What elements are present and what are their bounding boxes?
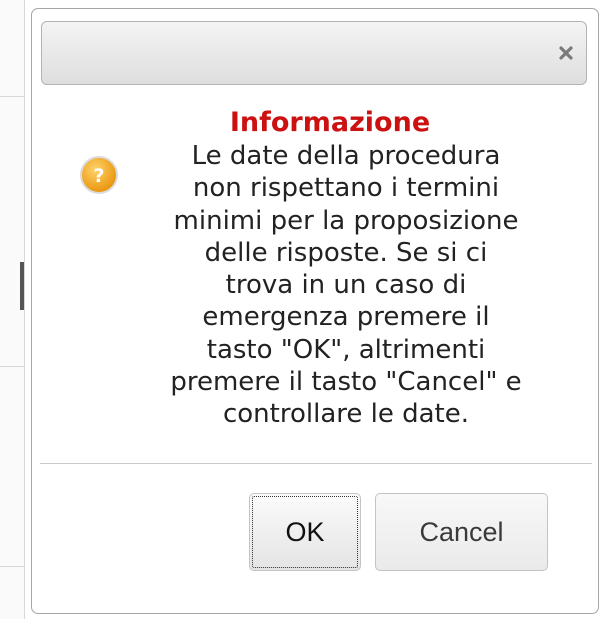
dialog-content: Informazione ? Le date della procedura n…	[41, 107, 587, 447]
background-divider	[0, 566, 24, 567]
info-dialog: Informazione ? Le date della procedura n…	[31, 8, 599, 614]
message-line: non rispettano i termini	[192, 173, 500, 204]
dialog-message: Le date della procedura non rispettano i…	[131, 140, 561, 431]
dialog-title: Informazione	[229, 107, 431, 138]
svg-text:?: ?	[93, 165, 104, 187]
message-line: delle risposte. Se si ci	[204, 237, 488, 268]
message-line: controllare le date.	[222, 399, 470, 430]
button-area-divider	[40, 463, 592, 464]
question-icon: ?	[79, 155, 119, 195]
cancel-button[interactable]: Cancel	[375, 493, 548, 571]
message-line: Le date della procedura	[191, 141, 501, 171]
background-scroll-mark	[20, 262, 24, 310]
background-divider	[0, 366, 24, 367]
message-line: tasto "OK", altrimenti	[206, 334, 486, 365]
background-divider	[0, 96, 24, 97]
message-line: minimi per la proposizione	[173, 205, 519, 236]
message-line: emergenza premere il	[202, 302, 490, 333]
dialog-titlebar[interactable]	[41, 21, 587, 85]
ok-button[interactable]: OK	[249, 493, 361, 571]
message-line: premere il tasto "Cancel" e	[170, 367, 522, 398]
message-line: trova in un caso di	[225, 270, 467, 301]
close-icon[interactable]	[556, 43, 576, 63]
